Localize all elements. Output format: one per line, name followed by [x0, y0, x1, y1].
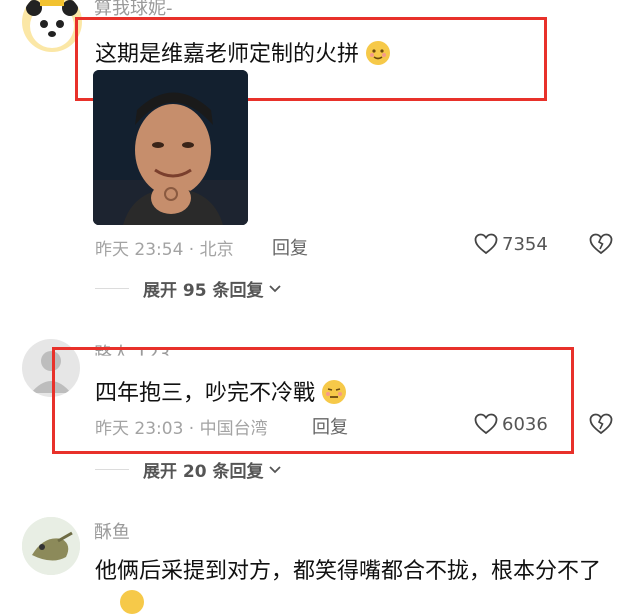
chevron-down-icon [268, 465, 281, 473]
emoji-icon [322, 380, 347, 404]
like-count: 6036 [502, 413, 548, 435]
comment-text: 四年抱三，吵完不冷戰 [95, 375, 347, 407]
emoji-icon [366, 41, 391, 65]
comment-meta: 昨天 23:54 · 北京 [95, 240, 234, 260]
reply-button[interactable]: 回复 [312, 413, 348, 439]
broken-heart-icon [589, 233, 613, 255]
reply-button[interactable]: 回复 [272, 234, 308, 260]
like-count: 7354 [502, 233, 548, 255]
broken-heart-icon [589, 413, 613, 435]
comment-image[interactable] [93, 70, 248, 225]
chevron-down-icon [268, 284, 281, 292]
username[interactable]: 酥鱼 [94, 518, 130, 544]
dislike-button[interactable] [589, 233, 613, 259]
comment-text-body: 这期是维嘉老师定制的火拼 [95, 42, 360, 67]
comment-meta: 昨天 23:03 · 中国台湾 [95, 419, 268, 439]
divider [95, 469, 129, 470]
like-button[interactable]: 6036 [474, 413, 548, 435]
comment-text: 这期是维嘉老师定制的火拼 [95, 36, 391, 68]
like-button[interactable]: 7354 [474, 233, 548, 255]
avatar-comment-3[interactable] [22, 517, 80, 575]
comment-text-body: 四年抱三，吵完不冷戰 [95, 381, 316, 406]
divider [95, 288, 129, 289]
comment-text-body: 他俩后采提到对方，都笑得嘴都合不拢，根本分不了 [95, 559, 602, 584]
emoji-icon [120, 590, 144, 614]
expand-replies-button[interactable]: 展开 20 条回复 [95, 457, 282, 482]
expand-replies-label: 展开 95 条回复 [143, 281, 264, 301]
comment-text: 他俩后采提到对方，都笑得嘴都合不拢，根本分不了 [95, 553, 601, 585]
heart-outline-icon [474, 413, 498, 435]
dislike-button[interactable] [589, 413, 613, 439]
expand-replies-label: 展开 20 条回复 [143, 462, 264, 482]
avatar-comment-1[interactable] [22, 0, 82, 52]
heart-outline-icon [474, 233, 498, 255]
expand-replies-button[interactable]: 展开 95 条回复 [95, 276, 282, 301]
